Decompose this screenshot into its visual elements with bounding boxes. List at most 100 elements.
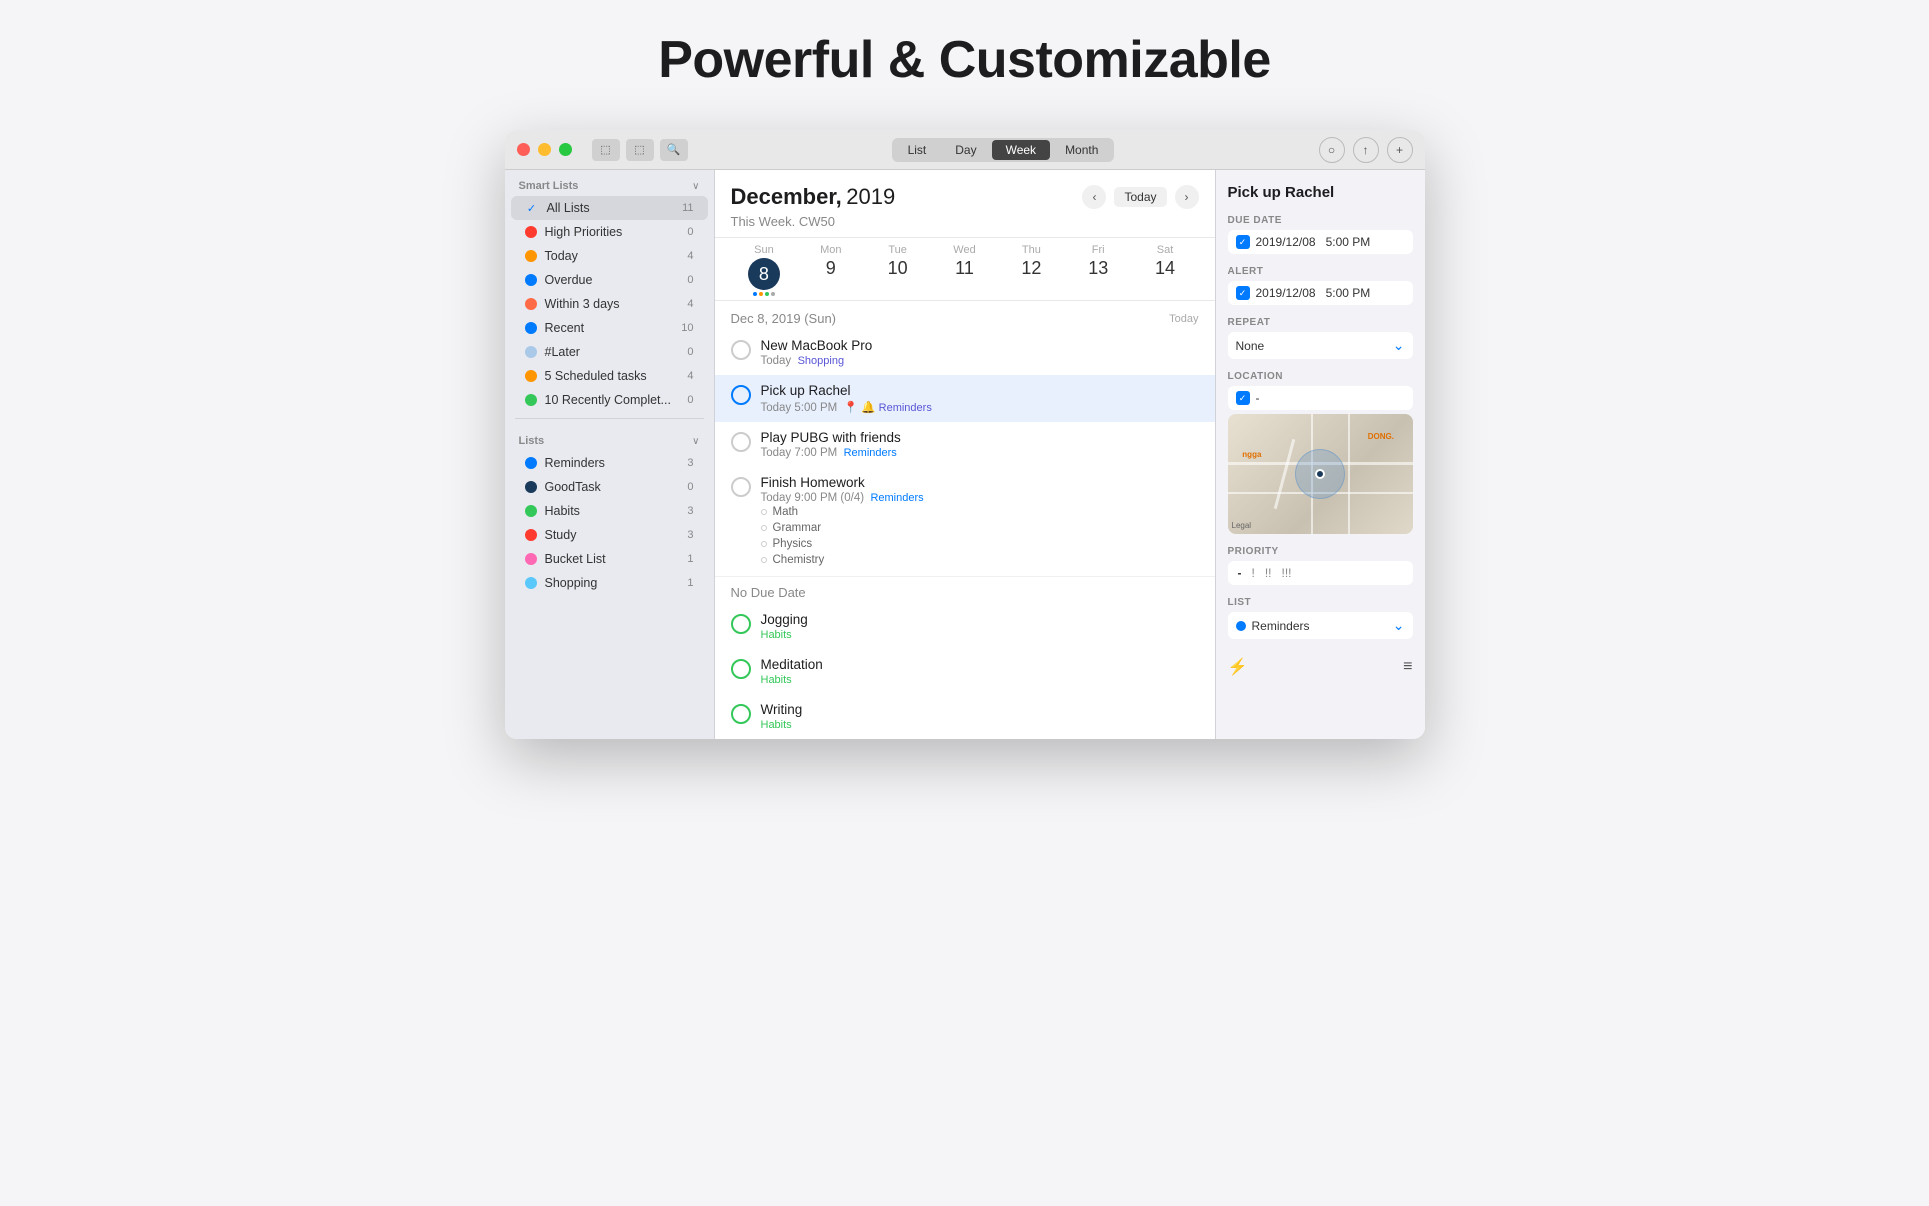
day-num-fri: 13 [1065,258,1132,279]
day-cell-sun[interactable]: Sun 8 [731,238,798,300]
title-bar: ⬚ ⬚ 🔍 List Day Week Month ○ ↑ + [505,130,1425,170]
all-lists-count: 11 [682,202,693,214]
task-item-pick-up-rachel[interactable]: Pick up Rachel Today 5:00 PM 📍 🔔 Reminde… [715,375,1215,422]
repeat-arrow: ⌄ [1393,337,1405,354]
task-item-jogging[interactable]: Jogging Habits [715,604,1215,649]
sidebar-item-all-lists[interactable]: ✓ All Lists 11 [511,196,708,220]
list-view-button[interactable]: List [894,140,941,160]
repeat-select[interactable]: None ⌄ [1228,332,1413,359]
close-button[interactable] [517,143,530,156]
task-item-new-macbook[interactable]: New MacBook Pro Today Shopping [715,330,1215,375]
day-cell-sat[interactable]: Sat 14 [1132,238,1199,300]
today-count: 4 [687,250,693,262]
day-cell-tue[interactable]: Tue 10 [864,238,931,300]
task-circle-finish-homework[interactable] [731,477,751,497]
subtask-label-chemistry: Chemistry [773,554,825,566]
minimize-button[interactable] [538,143,551,156]
high-priorities-label: High Priorities [545,225,680,239]
task-meta-writing: Habits [761,719,1199,731]
priority-none-button[interactable]: - [1238,566,1242,580]
subtask-dot-physics [761,541,767,547]
task-circle-jogging[interactable] [731,614,751,634]
sidebar-item-recently-complete[interactable]: 10 Recently Complet... 0 [511,388,708,412]
sidebar-item-reminders[interactable]: Reminders 3 [511,451,708,475]
location-field[interactable]: ✓ - [1228,386,1413,410]
circle-button[interactable]: ○ [1319,137,1345,163]
sidebar-item-goodtask[interactable]: GoodTask 0 [511,475,708,499]
task-circle-new-macbook[interactable] [731,340,751,360]
within-3-days-label: Within 3 days [545,297,680,311]
sidebar-item-scheduled[interactable]: 5 Scheduled tasks 4 [511,364,708,388]
sidebar-toggle-button[interactable]: ⬚ [592,139,620,161]
bolt-icon[interactable]: ⚡ [1228,657,1248,677]
priority-label: Priority [1228,546,1413,557]
day-num-mon: 9 [797,258,864,279]
today-button[interactable]: Today [1114,187,1166,207]
sidebar-item-habits[interactable]: Habits 3 [511,499,708,523]
lists-label: Lists [519,435,545,447]
sidebar-item-today[interactable]: Today 4 [511,244,708,268]
sidebar-item-within-3-days[interactable]: Within 3 days 4 [511,292,708,316]
task-circle-writing[interactable] [731,704,751,724]
fullscreen-button[interactable] [559,143,572,156]
sidebar-item-study[interactable]: Study 3 [511,523,708,547]
sidebar-item-later[interactable]: #Later 0 [511,340,708,364]
priority-low-button[interactable]: ! [1252,566,1255,580]
no-due-date-header: No Due Date [715,576,1215,604]
task-item-play-pubg[interactable]: Play PUBG with friends Today 7:00 PM Rem… [715,422,1215,467]
task-item-meditation[interactable]: Meditation Habits [715,649,1215,694]
menu-icon[interactable]: ≡ [1403,658,1412,676]
task-tag-habits-2: Habits [761,674,792,686]
share-button[interactable]: ↑ [1353,137,1379,163]
sidebar-item-overdue[interactable]: Overdue 0 [511,268,708,292]
list-dot [1236,621,1246,631]
task-circle-meditation[interactable] [731,659,751,679]
day-view-button[interactable]: Day [941,140,990,160]
task-item-finish-homework[interactable]: Finish Homework Today 9:00 PM (0/4) Remi… [715,467,1215,576]
panel-toggle-button[interactable]: ⬚ [626,139,654,161]
recently-complete-dot [525,394,537,406]
task-body-writing: Writing Habits [761,702,1199,731]
week-view-button[interactable]: Week [992,140,1050,160]
task-item-writing[interactable]: Writing Habits [715,694,1215,739]
high-priorities-count: 0 [687,226,693,238]
detail-location-section: Location ✓ - ngga [1228,371,1413,534]
study-label: Study [545,528,680,542]
sidebar-item-recent[interactable]: Recent 10 [511,316,708,340]
search-button[interactable]: 🔍 [660,139,688,161]
calendar-year: 2019 [846,184,895,209]
sidebar-item-bucket-list[interactable]: Bucket List 1 [511,547,708,571]
priority-high-button[interactable]: !!! [1282,566,1292,580]
prev-week-button[interactable]: ‹ [1082,185,1106,209]
all-lists-icon: ✓ [525,201,539,215]
day-cell-thu[interactable]: Thu 12 [998,238,1065,300]
due-date-field[interactable]: ✓ 2019/12/08 5:00 PM [1228,230,1413,254]
lists-header: Lists ∨ [505,425,714,451]
app-window: ⬚ ⬚ 🔍 List Day Week Month ○ ↑ + Smart Li… [505,130,1425,739]
list-name: Reminders [1252,619,1393,633]
due-date-checkbox[interactable]: ✓ [1236,235,1250,249]
alert-checkbox[interactable]: ✓ [1236,286,1250,300]
task-circle-play-pubg[interactable] [731,432,751,452]
day-cell-wed[interactable]: Wed 11 [931,238,998,300]
location-checkbox[interactable]: ✓ [1236,391,1250,405]
add-button[interactable]: + [1387,137,1413,163]
sidebar-item-shopping[interactable]: Shopping 1 [511,571,708,595]
month-view-button[interactable]: Month [1051,140,1112,160]
alert-field[interactable]: ✓ 2019/12/08 5:00 PM [1228,281,1413,305]
reminders-dot [525,457,537,469]
task-name-pick-up-rachel: Pick up Rachel [761,383,1199,398]
day-cell-mon[interactable]: Mon 9 [797,238,864,300]
day-cell-fri[interactable]: Fri 13 [1065,238,1132,300]
list-select[interactable]: Reminders ⌄ [1228,612,1413,639]
bucket-list-dot [525,553,537,565]
priority-med-button[interactable]: !! [1265,566,1272,580]
within-3-days-count: 4 [687,298,693,310]
sidebar-item-high-priorities[interactable]: High Priorities 0 [511,220,708,244]
overdue-count: 0 [687,274,693,286]
map-container[interactable]: ngga DONG. Legal [1228,414,1413,534]
recent-dot [525,322,537,334]
task-circle-pick-up-rachel[interactable] [731,385,751,405]
bucket-list-count: 1 [687,553,693,565]
next-week-button[interactable]: › [1175,185,1199,209]
